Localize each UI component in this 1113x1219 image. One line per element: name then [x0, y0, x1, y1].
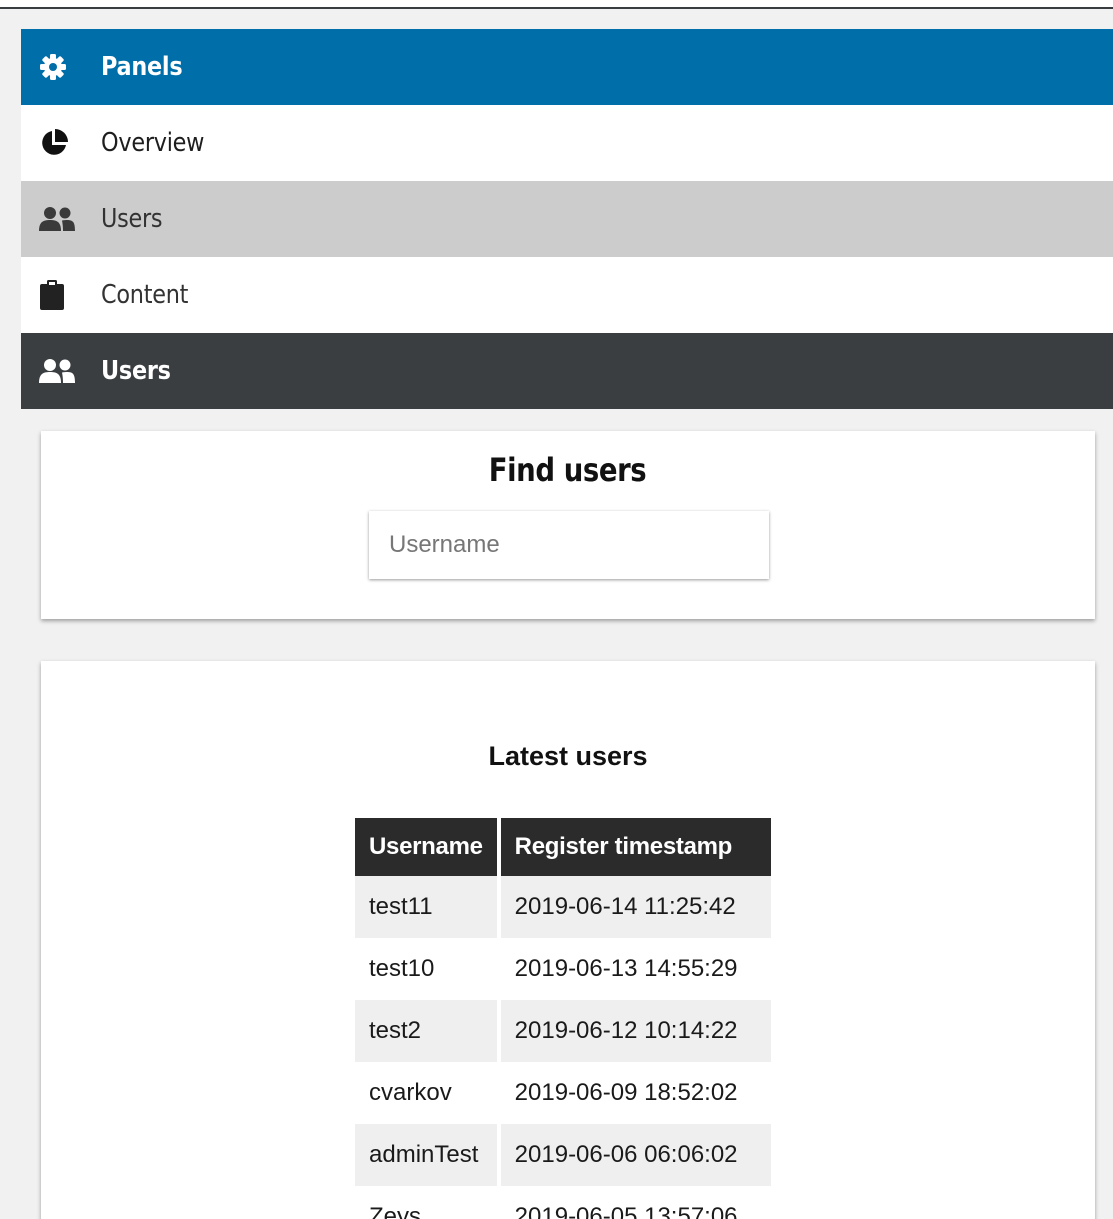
section-header-title: Users	[101, 356, 171, 386]
admin-panel: Panels Overview Users Content Users Find…	[21, 29, 1113, 1219]
users-icon	[39, 351, 79, 391]
cell-username: test2	[355, 1000, 497, 1062]
find-users-card: Find users	[41, 431, 1095, 619]
cell-register-timestamp: 2019-06-06 06:06:02	[500, 1124, 771, 1186]
cell-register-timestamp: 2019-06-13 14:55:29	[500, 938, 771, 1000]
cell-register-timestamp: 2019-06-09 18:52:02	[500, 1062, 771, 1124]
table-row[interactable]: adminTest 2019-06-06 06:06:02	[355, 1124, 771, 1186]
table-header-row: Username Register timestamp	[355, 818, 771, 876]
table-row[interactable]: test10 2019-06-13 14:55:29	[355, 938, 771, 1000]
nav-item-users-label: Users	[101, 204, 163, 234]
find-users-title: Find users	[489, 451, 647, 489]
nav-item-users[interactable]: Users	[21, 181, 1113, 257]
table-row[interactable]: test2 2019-06-12 10:14:22	[355, 1000, 771, 1062]
section-header-users: Users	[21, 333, 1113, 409]
cell-username: Zeys	[355, 1186, 497, 1219]
nav-item-overview-label: Overview	[101, 128, 205, 158]
latest-users-card: Latest users Username Register timestamp…	[41, 661, 1095, 1219]
clipboard-icon	[39, 275, 79, 315]
users-icon	[39, 199, 79, 239]
cell-register-timestamp: 2019-06-05 13:57:06	[500, 1186, 771, 1219]
cell-register-timestamp: 2019-06-14 11:25:42	[500, 876, 771, 938]
latest-users-table: Username Register timestamp test11 2019-…	[351, 818, 775, 1219]
window-top-edge	[0, 0, 1113, 9]
nav-panels-header[interactable]: Panels	[21, 29, 1113, 105]
users-main-content: Find users Latest users Username Registe…	[21, 409, 1113, 1219]
cell-register-timestamp: 2019-06-12 10:14:22	[500, 1000, 771, 1062]
table-row[interactable]: cvarkov 2019-06-09 18:52:02	[355, 1062, 771, 1124]
table-row[interactable]: test11 2019-06-14 11:25:42	[355, 876, 771, 938]
latest-users-title: Latest users	[488, 741, 648, 771]
cell-username: adminTest	[355, 1124, 497, 1186]
nav-item-overview[interactable]: Overview	[21, 105, 1113, 181]
nav-item-content-label: Content	[101, 280, 189, 310]
nav-item-content[interactable]: Content	[21, 257, 1113, 333]
cell-username: test11	[355, 876, 497, 938]
cell-username: cvarkov	[355, 1062, 497, 1124]
username-search-input[interactable]	[369, 511, 769, 579]
column-header-register-timestamp: Register timestamp	[500, 818, 771, 876]
nav-panels-label: Panels	[101, 52, 183, 82]
pie-chart-icon	[39, 123, 79, 163]
column-header-username: Username	[355, 818, 497, 876]
table-row[interactable]: Zeys 2019-06-05 13:57:06	[355, 1186, 771, 1219]
gear-icon	[39, 47, 79, 87]
cell-username: test10	[355, 938, 497, 1000]
